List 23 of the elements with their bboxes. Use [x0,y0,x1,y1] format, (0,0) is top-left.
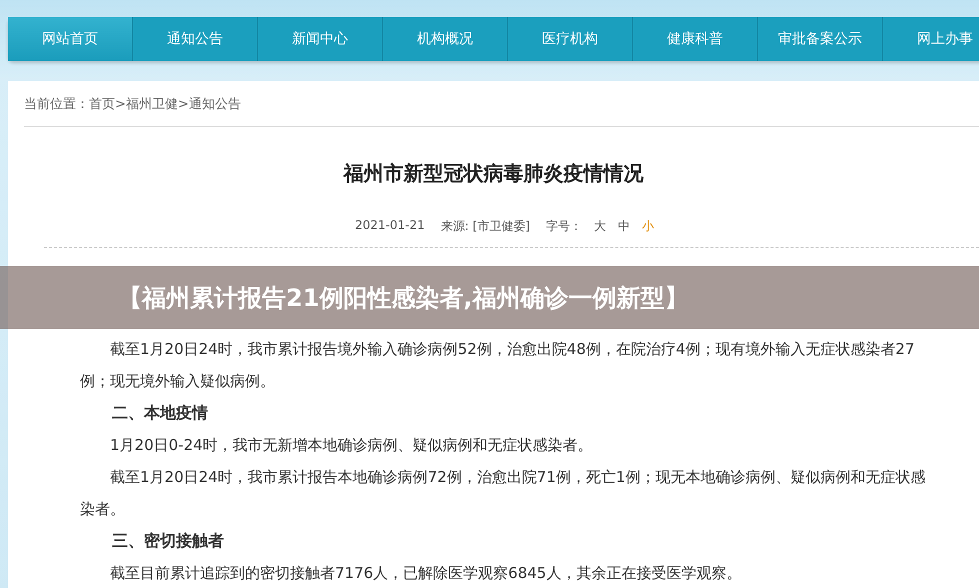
nav-tab[interactable]: 机构概况 [383,17,508,61]
article-title: 福州市新型冠状病毒肺炎疫情情况 [342,160,644,184]
nav-tab[interactable]: 新闻中心 [258,17,383,61]
nav-tab[interactable]: 审批备案公示 [758,17,883,61]
nav-tab[interactable]: 网上办事 [883,17,979,61]
font-size-option[interactable]: 小 [642,218,654,235]
section-heading: 二、本地疫情 [111,402,209,424]
paragraph: 截至目前累计追踪到的密切接触者7176人，已解除医学观察6845人，其余正在接受医学观察。 [109,563,742,584]
publish-date: 2021-01-21 [355,218,425,234]
font-size-option[interactable]: 中 [618,218,630,235]
overlay-banner: 【福州累计报告21例阳性感染者,福州确诊一例新型】 [0,266,979,329]
nav-tab[interactable]: 网站首页 [8,17,133,61]
paragraph: 1月20日0-24时，我市无新增本地确诊病例、疑似病例和无症状感染者。 [109,435,594,456]
article-source: 来源: [市卫健委] [440,218,530,235]
paragraph: 截至1月20日24时，我市累计报告境外输入确诊病例52例，治愈出院48例，在院治疗4例；现有境外输入无症状感染者27例；现无境外输入疑似病例。 [80,339,916,392]
nav-tab[interactable]: 医疗机构 [508,17,633,61]
font-size-label: 字号： [546,218,582,235]
section-heading: 三、密切接触者 [111,530,225,552]
nav-tab[interactable]: 健康科普 [633,17,758,61]
breadcrumb: 当前位置：首页>福州卫健>通知公告 [24,96,242,111]
font-size-option[interactable]: 大 [594,218,606,235]
nav-tab[interactable]: 通知公告 [133,17,258,61]
paragraph: 截至1月20日24时，我市累计报告本地确诊病例72例，治愈出院71例，死亡1例；现无本地确诊病例、疑似病例和无症状感染者。 [80,467,926,520]
